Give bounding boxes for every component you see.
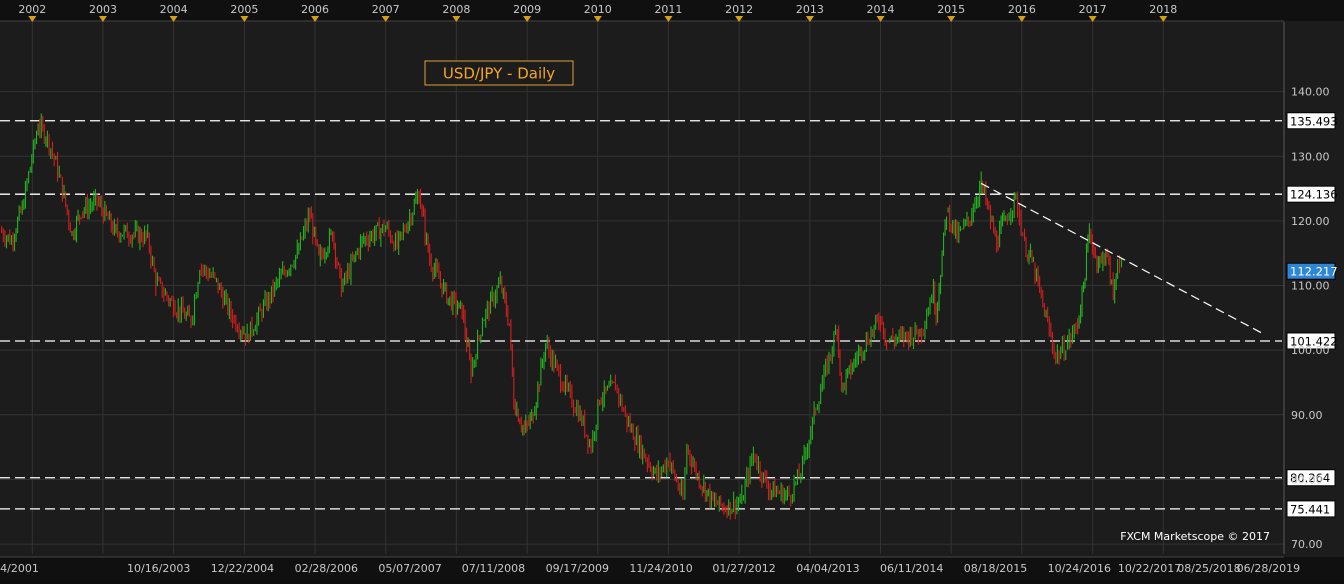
year-label: 2016 (1008, 3, 1036, 16)
year-label: 2003 (89, 3, 117, 16)
chart-title: USD/JPY - Daily (443, 65, 555, 83)
year-label: 2012 (725, 3, 753, 16)
date-tick-label: 04/04/2013 (796, 562, 859, 575)
chart-window: 2002 2003 2004 2005 2006 2007 2008 2009 2010 2011… (0, 0, 1344, 580)
date-tick-label: 08/25/2018 (1177, 562, 1240, 575)
date-tick-label: 12/22/2004 (211, 562, 274, 575)
date-axis: 08/24/2001 10/16/2003 12/22/2004 02/28/2006… (0, 556, 1344, 580)
level-label: 75.441 (1290, 502, 1330, 516)
year-label: 2010 (584, 3, 612, 16)
year-label: 2009 (513, 3, 541, 16)
year-marker-bar: 2002 2003 2004 2005 2006 2007 2008 2009 2010 2011… (0, 0, 1344, 22)
date-tick-label: 01/27/2012 (712, 562, 775, 575)
watermark: FXCM Marketscope © 2017 (1120, 530, 1270, 543)
date-tick-label: 10/22/2017 (1118, 562, 1181, 575)
date-tick-label: 08/18/2015 (964, 562, 1027, 575)
price-tick-label: 110.00 (1291, 280, 1330, 293)
year-label: 2004 (160, 3, 188, 16)
price-tick-label: 80.00 (1291, 473, 1323, 486)
level-label: 135.493 (1290, 114, 1338, 128)
date-tick-label: 06/11/2014 (880, 562, 943, 575)
year-label: 2008 (442, 3, 470, 16)
year-label: 2005 (230, 3, 258, 16)
year-label: 2007 (372, 3, 400, 16)
usdjpy-daily-chart: 2002 2003 2004 2005 2006 2007 2008 2009 2010 2011… (0, 0, 1344, 580)
price-tick-label: 130.00 (1291, 150, 1330, 163)
date-tick-label: 06/28/2019 (1237, 562, 1300, 575)
year-label: 2011 (654, 3, 682, 16)
year-label: 2017 (1079, 3, 1107, 16)
date-tick-label: 08/24/2001 (0, 562, 39, 575)
year-label: 2015 (937, 3, 965, 16)
year-label: 2002 (18, 3, 46, 16)
price-tick-label: 90.00 (1291, 409, 1323, 422)
date-tick-label: 11/24/2010 (629, 562, 692, 575)
level-label: 124.136 (1290, 188, 1338, 202)
plot-area (0, 22, 1284, 554)
year-label: 2014 (867, 3, 895, 16)
price-tick-label: 70.00 (1291, 538, 1323, 551)
year-label: 2006 (301, 3, 329, 16)
price-tick-label: 120.00 (1291, 215, 1330, 228)
year-label: 2013 (796, 3, 824, 16)
date-tick-label: 02/28/2006 (295, 562, 358, 575)
chart-title-box: USD/JPY - Daily (424, 60, 574, 86)
date-tick-label: 07/11/2008 (462, 562, 525, 575)
date-tick-label: 05/07/2007 (378, 562, 441, 575)
year-label: 2018 (1149, 3, 1177, 16)
price-tick-label: 100.00 (1291, 344, 1330, 357)
current-price-label: 112.217 (1290, 265, 1338, 279)
date-tick-label: 10/24/2016 (1048, 562, 1111, 575)
date-tick-label: 10/16/2003 (127, 562, 190, 575)
date-tick-label: 09/17/2009 (546, 562, 609, 575)
price-tick-label: 140.00 (1291, 86, 1330, 99)
